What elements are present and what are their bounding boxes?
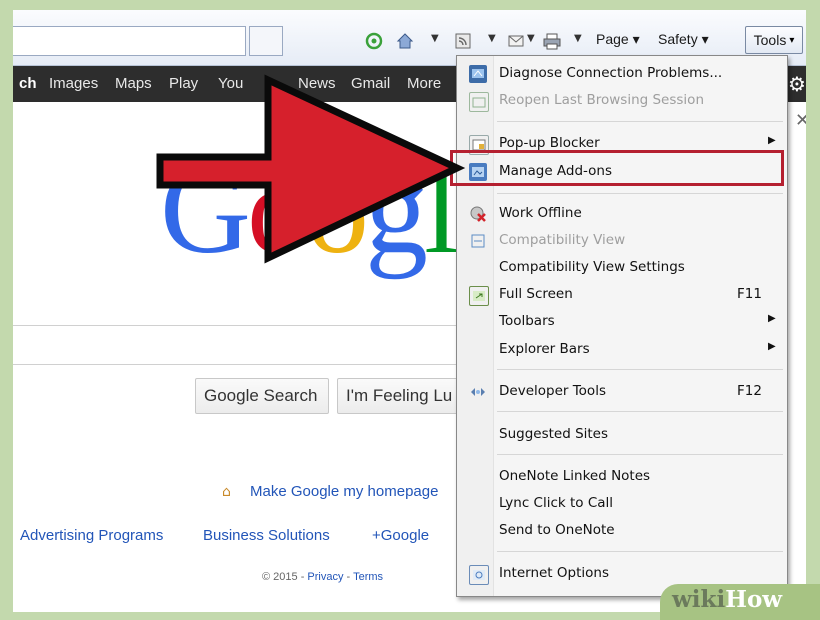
frame-border-top [0, 0, 820, 10]
watermark-wiki: wiki [672, 586, 726, 613]
frame-border-right [806, 0, 820, 620]
frame-border-left [0, 0, 13, 620]
red-arrow-annotation [156, 74, 466, 264]
wikihow-watermark: wikiHow [672, 586, 782, 613]
screenshot-frame: ▼ ▼ ▼ ▼ Page ▾ Safety ▾ Tools ▾ » ch Ima… [0, 0, 820, 620]
watermark-how: How [725, 586, 783, 613]
